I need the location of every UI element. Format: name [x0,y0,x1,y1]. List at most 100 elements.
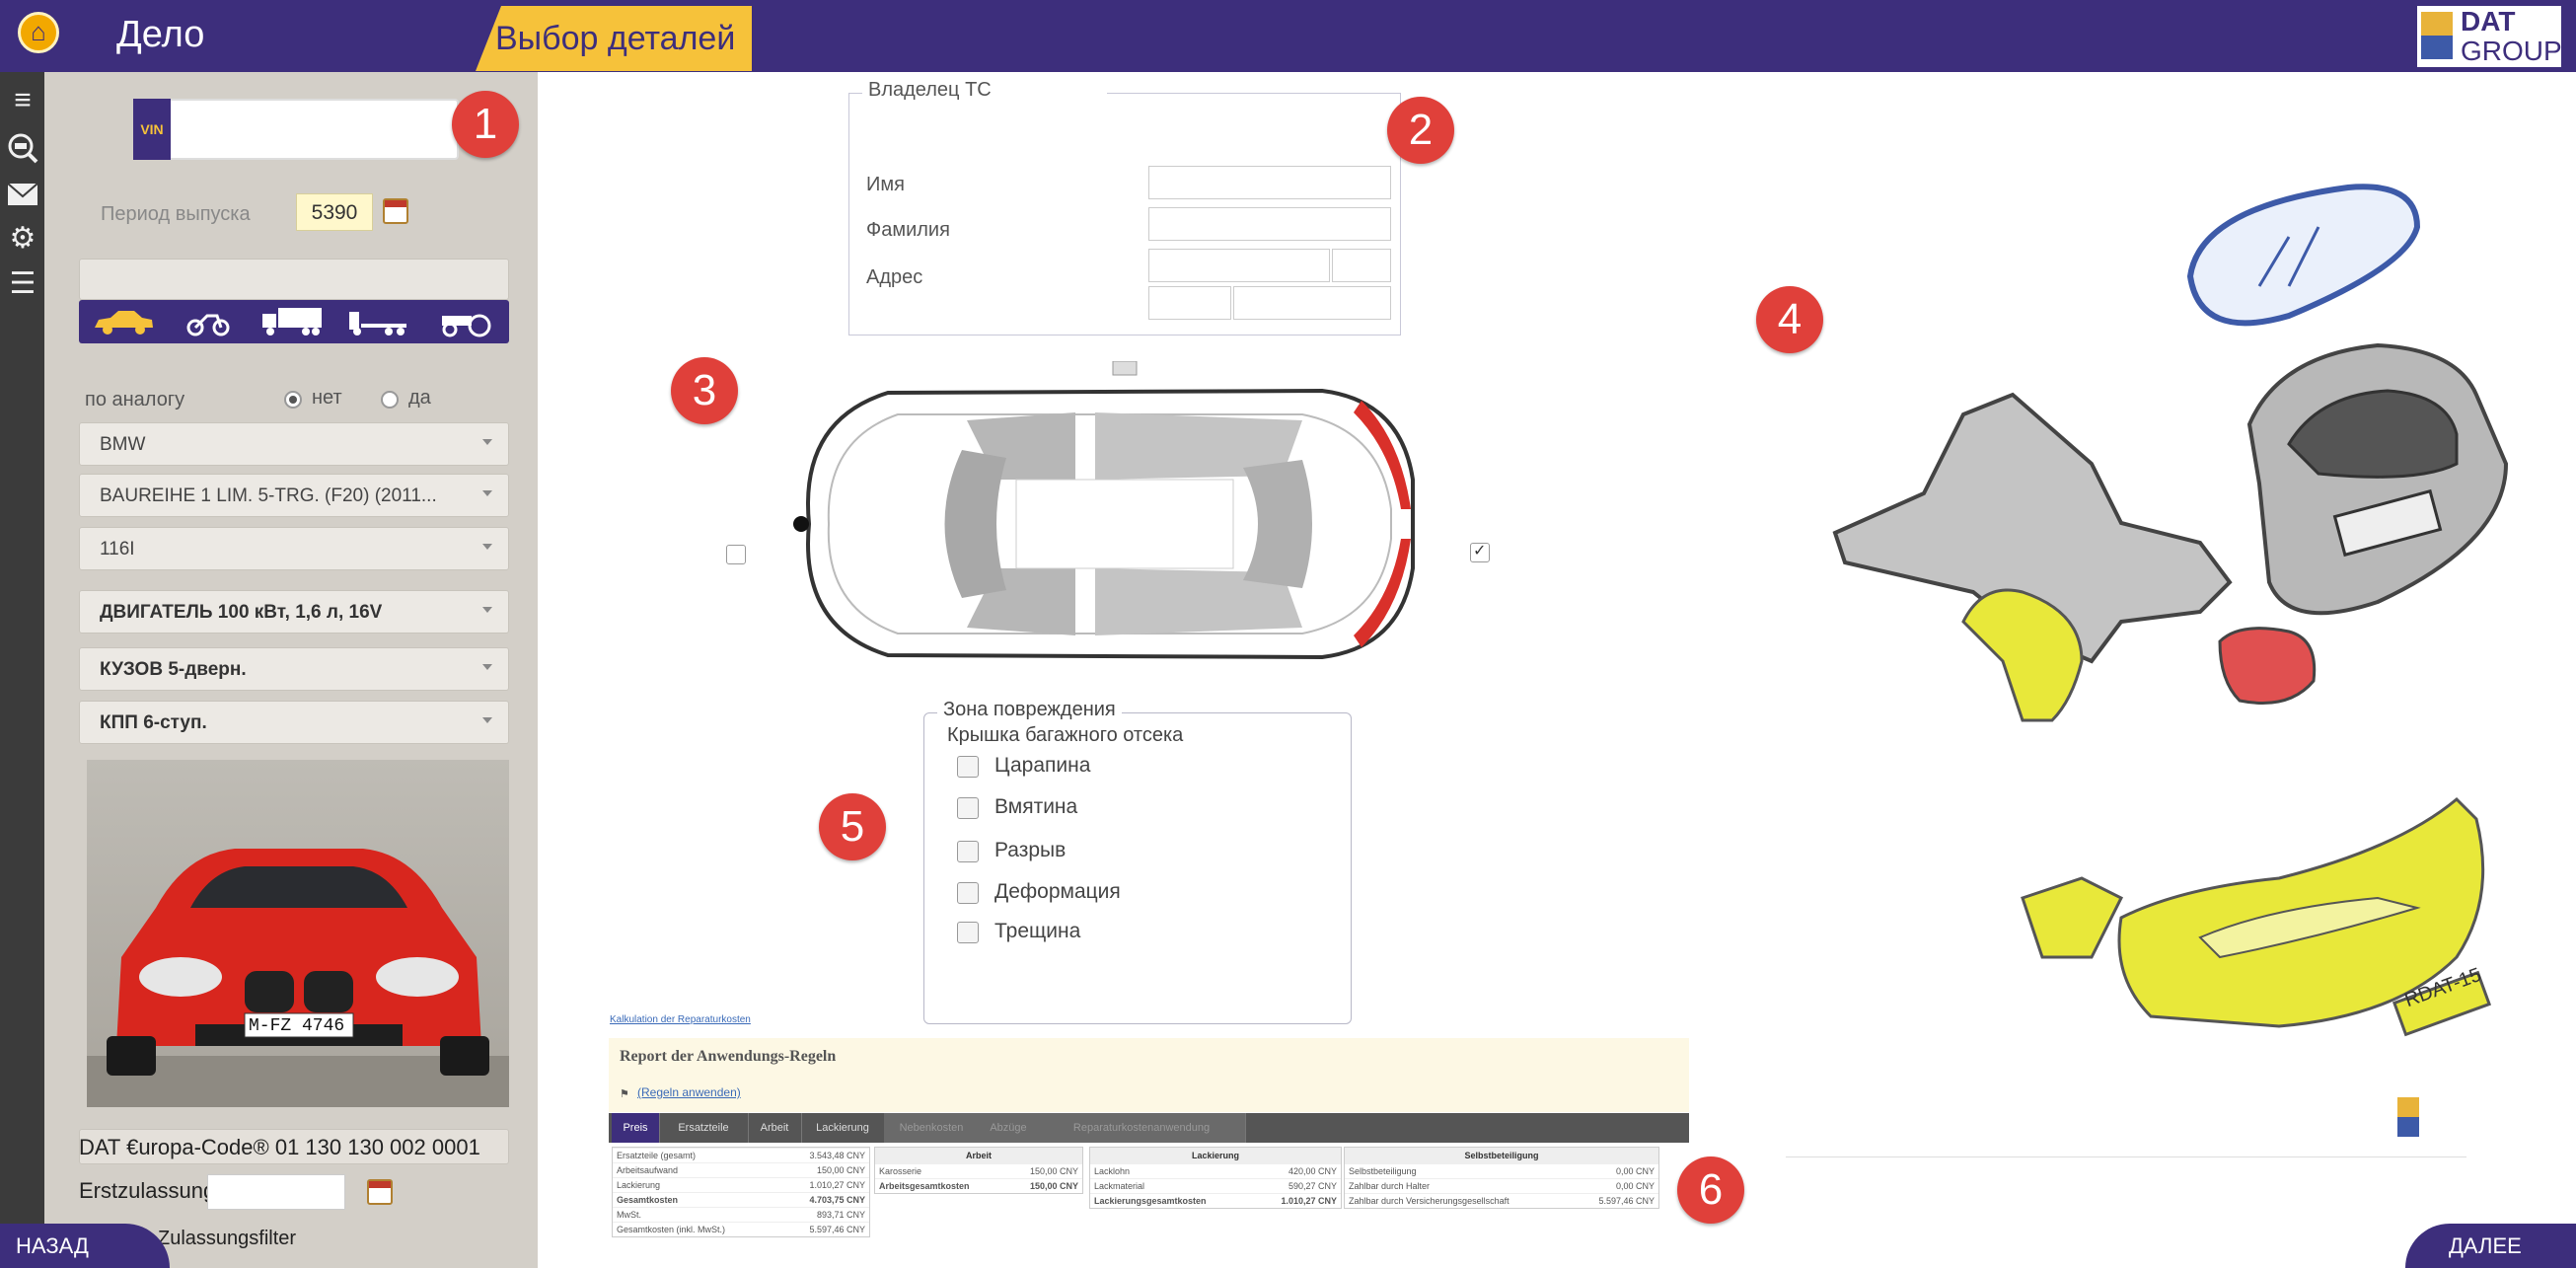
first-name-field[interactable] [1148,166,1391,199]
tab-parts[interactable]: Ersatzteile [659,1113,749,1143]
dat-small-logo [2397,1097,2419,1137]
step-badge-5: 5 [819,793,886,860]
quarter-panel[interactable] [1832,392,2233,722]
tail-light[interactable] [2218,627,2317,705]
checklist-icon[interactable]: ☰ [6,267,39,301]
logo-text-dat: DAT [2461,6,2516,37]
scratch-label: Царапина [994,754,1091,777]
table-header: Arbeit [875,1148,1082,1163]
tailgate[interactable] [2246,342,2509,616]
analog-radio-yes[interactable] [381,391,399,409]
calendar-icon[interactable] [367,1179,393,1205]
car-damage-diagram[interactable] [770,360,1440,687]
europa-code: DAT €uropa-Code® 01 130 130 002 0001 [79,1135,480,1159]
tab-price[interactable]: Preis [612,1113,660,1143]
make-select[interactable]: BMW [79,422,509,466]
scratch-checkbox[interactable] [957,756,979,778]
right-side-checkbox[interactable] [1470,541,1490,562]
summary-table: Ersatzteile (gesamt) 3.543,48 CNY Arbeits… [612,1147,870,1237]
divider [1107,93,1401,94]
damage-zone-legend: Зона повреждения [937,699,1122,721]
icon-rail: ≡ ⚙ ☰ [0,72,44,1268]
engine-select[interactable]: ДВИГАТЕЛЬ 100 кВт, 1,6 л, 16V [79,590,509,634]
tab-parts-selection[interactable]: Выбор деталей [476,6,752,71]
deformation-checkbox[interactable] [957,882,979,904]
menu-icon[interactable]: ≡ [6,84,39,117]
table-row: Karosserie 150,00 CNY [875,1163,1082,1178]
motorcycle-icon[interactable] [185,306,231,344]
model-select[interactable]: 116I [79,527,509,570]
dent-checkbox[interactable] [957,797,979,819]
period-input[interactable]: 5390 [296,193,373,231]
vin-input[interactable] [133,99,459,160]
left-side-checkbox[interactable] [726,545,746,564]
analog-radio-no[interactable] [284,391,302,409]
tab-additional-costs[interactable]: Nebenkosten [884,1113,980,1143]
series-select-value: BAUREIHE 1 LIM. 5-TRG. (F20) (2011... [100,485,437,506]
street-field[interactable] [1148,249,1330,282]
tear-label: Разрыв [994,839,1067,861]
vehicle-type-bar [79,300,509,343]
table-row: Arbeitsgesamtkosten 150,00 CNY [875,1178,1082,1193]
tab-repair-cost-application[interactable]: Reparaturkostenanwendung [1038,1113,1246,1143]
series-select[interactable]: BAUREIHE 1 LIM. 5-TRG. (F20) (2011... [79,474,509,517]
step-badge-2: 2 [1387,97,1454,164]
tear-checkbox[interactable] [957,841,979,862]
next-button-label: ДАЛЕЕ [2449,1233,2522,1258]
deformation-label: Деформация [994,880,1121,903]
vehicle-photo: M-FZ 4746 [87,760,509,1107]
apply-rules-link[interactable]: (Regeln anwenden) [637,1085,741,1099]
city-field[interactable] [1233,286,1391,320]
body-select[interactable]: КУЗОВ 5-дверн. [79,647,509,691]
analog-label: по аналогу [85,389,185,410]
last-name-field[interactable] [1148,207,1391,241]
owner-legend: Владелец ТС [864,79,995,102]
table-row: Gesamtkosten 4.703,75 CNY [613,1192,869,1207]
chevron-down-icon [482,717,492,723]
table-row: Lackmaterial 590,27 CNY [1090,1178,1341,1193]
settings-icon[interactable]: ⚙ [6,222,39,256]
calendar-icon[interactable] [383,198,408,224]
tab-paint[interactable]: Lackierung [801,1113,885,1143]
paint-table: Lackierung Lacklohn 420,00 CNY Lackmateri… [1089,1147,1342,1209]
calculation-link[interactable]: Kalkulation der Reparaturkosten [610,1014,751,1025]
table-header: Lackierung [1090,1148,1341,1163]
gearbox-select[interactable]: КПП 6-ступ. [79,701,509,744]
body-select-value: КУЗОВ 5-дверн. [100,659,247,680]
first-registration-input[interactable] [207,1174,345,1210]
trailer-icon[interactable] [347,306,412,344]
home-icon[interactable] [18,12,59,53]
truck-icon[interactable] [260,306,326,344]
gearbox-select-value: КПП 6-ступ. [100,712,207,733]
app-title: Дело [116,14,205,55]
chevron-down-icon [482,439,492,445]
next-button[interactable]: ДАЛЕЕ [2405,1224,2576,1268]
house-number-field[interactable] [1332,249,1391,282]
mail-icon[interactable] [6,177,39,210]
tractor-icon[interactable] [438,306,495,344]
logo-text-group: GROUP [2461,36,2562,66]
table-row: Lackierungsgesamtkosten 1.010,27 CNY [1090,1193,1341,1208]
car-icon[interactable] [91,306,156,344]
first-registration-label: Erstzulassung [79,1178,216,1203]
tab-deductions[interactable]: Abzüge [979,1113,1039,1143]
table-row: Lacklohn 420,00 CNY [1090,1163,1341,1178]
chevron-down-icon [482,607,492,613]
vin-label: VIN [133,99,171,160]
table-row: MwSt. 893,71 CNY [613,1207,869,1222]
vehicle-search-icon[interactable] [6,131,39,165]
first-name-label: Имя [866,174,905,195]
tab-label: Выбор деталей [495,20,736,57]
flag-icon: ⚑ [620,1088,629,1100]
top-bar [0,0,2576,72]
divider [1786,1156,2466,1157]
zip-field[interactable] [1148,286,1231,320]
rear-window[interactable] [2186,184,2421,327]
labor-table: Arbeit Karosserie 150,00 CNY Arbeitsgesam… [874,1147,1083,1194]
chevron-down-icon [482,544,492,550]
parts-graphic[interactable]: RDAT-15 [1825,168,2536,1085]
table-row: Gesamtkosten (inkl. MwSt.) 5.597,46 CNY [613,1222,869,1236]
crack-checkbox[interactable] [957,922,979,943]
tab-labor[interactable]: Arbeit [748,1113,802,1143]
back-button[interactable]: НАЗАД [0,1224,170,1268]
